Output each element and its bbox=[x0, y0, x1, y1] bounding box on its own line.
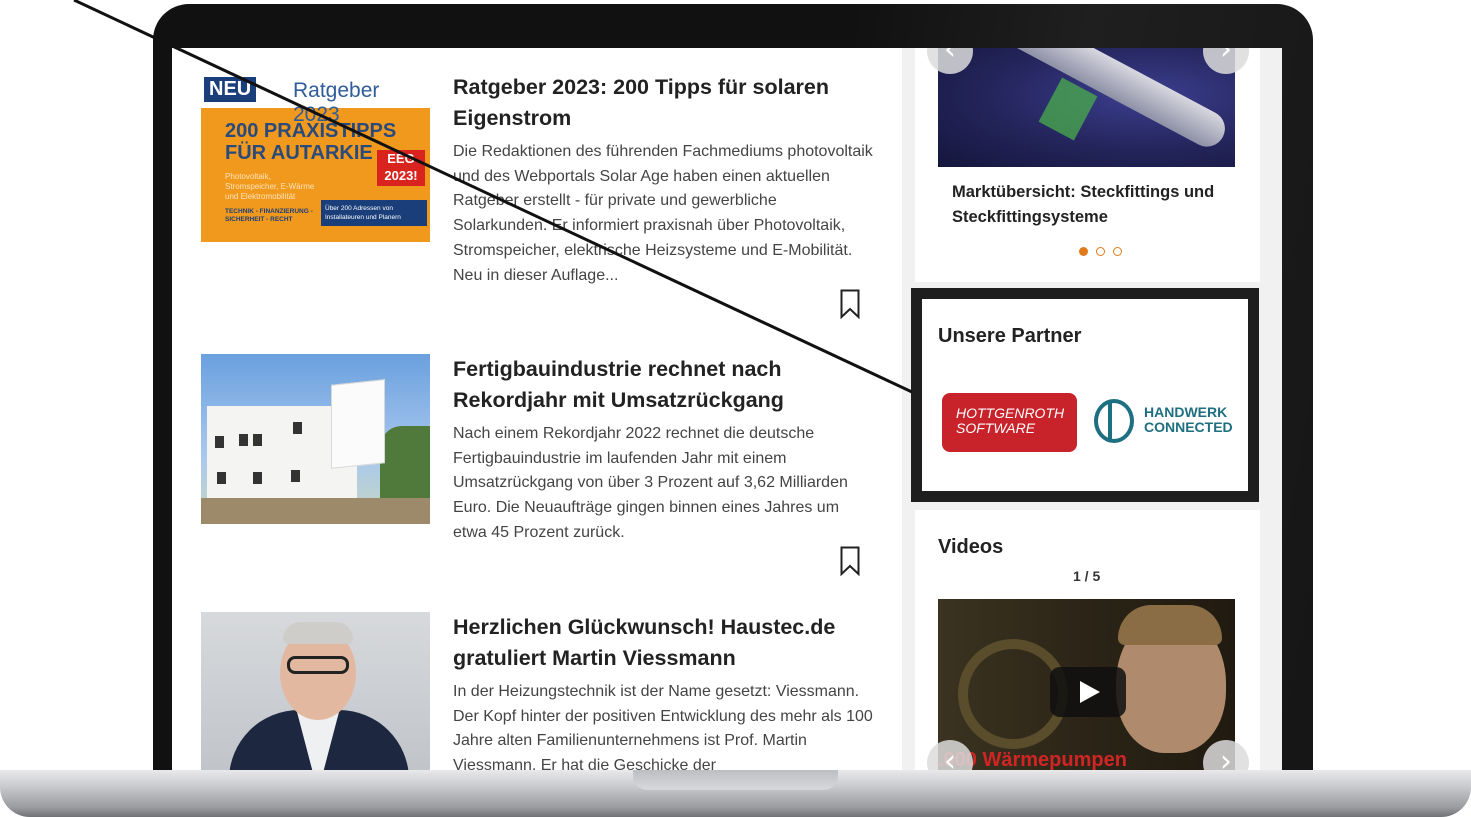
slider-dot[interactable] bbox=[1113, 247, 1122, 256]
ratgeber-cover: NEU Ratgeber 2023 200 PRAXISTIPPS FÜR AU… bbox=[201, 72, 430, 242]
cover-info-box: Über 200 Adressen von Installateuren und… bbox=[321, 200, 427, 226]
article-excerpt: Nach einem Rekordjahr 2022 rechnet die d… bbox=[453, 425, 848, 541]
cover-headline: 200 PRAXISTIPPS FÜR AUTARKIE bbox=[225, 120, 397, 164]
sidebar: ‹ › Marktübersicht: Steckfittings und St… bbox=[911, 48, 1260, 770]
laptop-base bbox=[0, 770, 1471, 817]
neu-badge: NEU bbox=[204, 77, 257, 102]
article-excerpt: Die Redaktionen des führenden Fachmedium… bbox=[453, 143, 873, 284]
article-title[interactable]: Herzlichen Glückwunsch! Haustec.de gratu… bbox=[453, 612, 873, 674]
handwerk-connected-logo[interactable]: HANDWERK CONNECTED bbox=[1094, 393, 1239, 453]
article-title[interactable]: Ratgeber 2023: 200 Tipps für solaren Eig… bbox=[453, 72, 873, 134]
cover-subtitle: Photovoltaik, Stromspeicher, E-Wärme und… bbox=[225, 172, 315, 201]
videos-counter: 1 / 5 bbox=[1073, 568, 1101, 584]
slider-image[interactable] bbox=[938, 48, 1235, 167]
video-thumbnail[interactable]: .000 Wärmepumpen bbox=[938, 599, 1235, 770]
article-title[interactable]: Fertigbauindustrie rechnet nach Rekordja… bbox=[453, 354, 873, 416]
videos-box: Videos 1 / 5 .000 Wärmepumpen ‹ › bbox=[915, 510, 1260, 770]
hottgenroth-logo[interactable]: HOTTGENROTH SOFTWARE bbox=[942, 393, 1077, 452]
videos-title: Videos bbox=[938, 536, 1004, 558]
article-thumbnail[interactable]: NEU Ratgeber 2023 200 PRAXISTIPPS FÜR AU… bbox=[201, 72, 430, 242]
slider-pagination bbox=[1079, 241, 1130, 260]
article-list: NEU Ratgeber 2023 200 PRAXISTIPPS FÜR AU… bbox=[172, 48, 902, 770]
article-thumbnail[interactable] bbox=[201, 354, 430, 524]
article-excerpt: In der Heizungstechnik ist der Name gese… bbox=[453, 683, 873, 770]
partners-box: Unsere Partner HOTTGENROTH SOFTWARE HANDW… bbox=[911, 288, 1259, 502]
play-icon[interactable] bbox=[1050, 667, 1126, 717]
cover-footer: TECHNIK - FINANZIERUNG - SICHERHEIT - RE… bbox=[225, 208, 313, 223]
browser-viewport: NEU Ratgeber 2023 200 PRAXISTIPPS FÜR AU… bbox=[172, 48, 1282, 770]
slider-caption[interactable]: Marktübersicht: Steckfittings und Steckf… bbox=[952, 180, 1232, 230]
slider-dot[interactable] bbox=[1079, 247, 1088, 256]
slider-dot[interactable] bbox=[1096, 247, 1105, 256]
eeg-badge: EEG 2023! bbox=[377, 150, 425, 186]
article-thumbnail[interactable] bbox=[201, 612, 430, 770]
partners-title: Unsere Partner bbox=[938, 325, 1082, 347]
market-slider: ‹ › Marktübersicht: Steckfittings und St… bbox=[915, 48, 1260, 282]
bookmark-icon[interactable] bbox=[840, 289, 860, 320]
bookmark-icon[interactable] bbox=[840, 546, 860, 577]
